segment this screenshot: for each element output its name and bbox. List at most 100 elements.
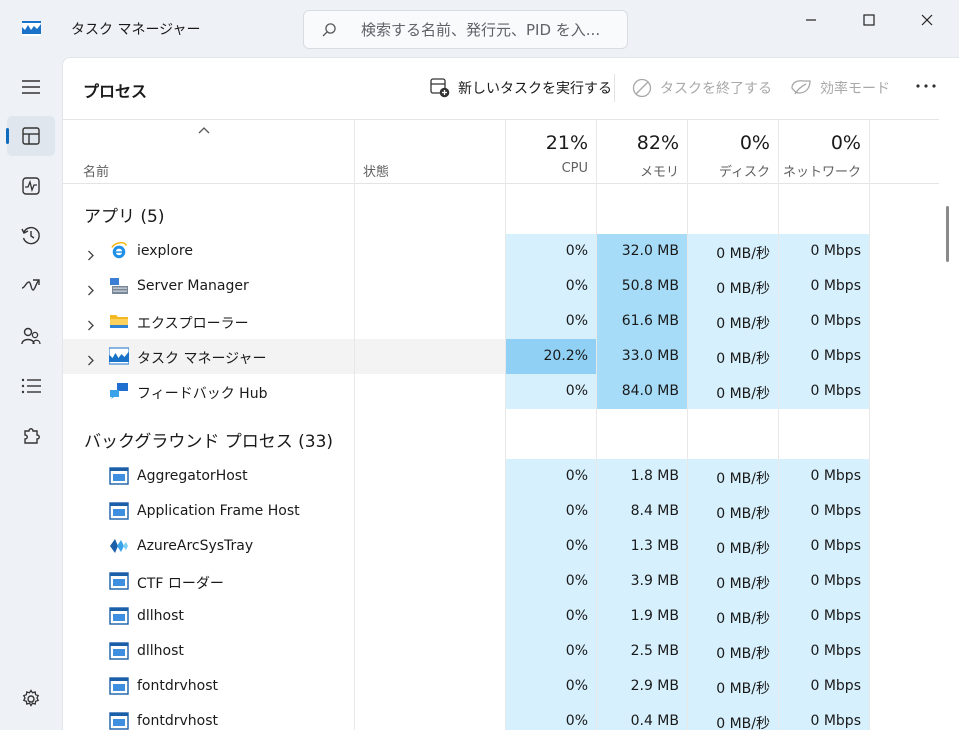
hamburger-menu-button[interactable] (7, 67, 55, 107)
process-cpu-cell: 0% (506, 599, 596, 634)
column-separator[interactable] (778, 120, 779, 730)
close-button[interactable] (904, 4, 950, 36)
nav-performance[interactable] (7, 166, 55, 206)
nav-startup-apps[interactable] (7, 266, 55, 306)
column-header-status[interactable]: 状態 (363, 161, 389, 180)
app-process-row[interactable]: エクスプローラー 0% 61.6 MB 0 MB/秒 0 Mbps (63, 304, 939, 339)
end-task-icon (632, 78, 652, 98)
search-input[interactable] (361, 19, 621, 41)
nav-processes[interactable] (7, 116, 55, 156)
background-process-row[interactable]: AzureArcSysTray 0% 1.3 MB 0 MB/秒 0 Mbps (63, 529, 939, 564)
chevron-right-icon[interactable] (87, 316, 95, 331)
section-title-apps: アプリ (5) (84, 207, 165, 227)
chevron-right-icon[interactable] (87, 351, 95, 366)
process-cpu-cell: 0% (506, 704, 596, 730)
efficiency-mode-label: 効率モード (820, 81, 890, 97)
efficiency-mode-button[interactable]: 効率モード (790, 76, 890, 100)
process-cpu-cell: 20.2% (506, 339, 596, 374)
process-disk-cell: 0 MB/秒 (688, 494, 778, 529)
network-total-percent: 0% (830, 132, 861, 154)
process-disk-cell: 0 MB/秒 (688, 269, 778, 304)
process-mem-cell: 84.0 MB (597, 374, 687, 409)
process-mem-cell: 0.4 MB (597, 704, 687, 730)
app-process-row[interactable]: Server Manager 0% 50.8 MB 0 MB/秒 0 Mbps (63, 269, 939, 304)
process-disk-cell: 0 MB/秒 (688, 304, 778, 339)
process-disk-cell: 0 MB/秒 (688, 234, 778, 269)
column-separator[interactable] (687, 120, 688, 730)
column-separator[interactable] (596, 120, 597, 730)
process-name: Application Frame Host (137, 503, 300, 519)
background-process-row[interactable]: CTF ローダー 0% 3.9 MB 0 MB/秒 0 Mbps (63, 564, 939, 599)
details-list-icon (21, 378, 41, 394)
chevron-right-icon[interactable] (87, 281, 95, 296)
background-process-row[interactable]: AggregatorHost 0% 1.8 MB 0 MB/秒 0 Mbps (63, 459, 939, 494)
process-mem-cell: 8.4 MB (597, 494, 687, 529)
background-process-row[interactable]: Application Frame Host 0% 8.4 MB 0 MB/秒 0 Mb… (63, 494, 939, 529)
more-options-button[interactable] (915, 74, 937, 98)
nav-users[interactable] (7, 316, 55, 356)
process-name: エクスプローラー (137, 316, 249, 332)
search-icon (322, 23, 336, 37)
process-mem-cell: 3.9 MB (597, 564, 687, 599)
process-disk-cell: 0 MB/秒 (688, 529, 778, 564)
process-net-cell: 0 Mbps (779, 234, 869, 269)
maximize-icon (863, 14, 875, 26)
process-status-cell (355, 269, 505, 304)
background-process-row[interactable]: fontdrvhost 0% 0.4 MB 0 MB/秒 0 Mbps (63, 704, 939, 730)
process-name: フィードバック Hub (137, 386, 268, 402)
window-app-icon (109, 572, 129, 590)
title-bar: タスク マネージャー (0, 0, 959, 56)
background-process-row[interactable]: dllhost 0% 2.5 MB 0 MB/秒 0 Mbps (63, 634, 939, 669)
process-cpu-cell: 0% (506, 564, 596, 599)
column-header-name[interactable]: 名前 (83, 161, 109, 180)
leaf-icon (791, 80, 811, 95)
search-box[interactable] (303, 10, 628, 49)
process-mem-cell: 2.5 MB (597, 634, 687, 669)
process-net-cell: 0 Mbps (779, 459, 869, 494)
process-name: CTF ローダー (137, 576, 224, 592)
sort-ascending-icon[interactable] (198, 126, 210, 134)
startup-icon (21, 279, 40, 291)
vertical-scrollbar-thumb[interactable] (946, 206, 949, 262)
process-mem-cell: 1.9 MB (597, 599, 687, 634)
process-net-cell: 0 Mbps (779, 529, 869, 564)
window-app-icon (109, 467, 129, 485)
end-task-button[interactable]: タスクを終了する (632, 76, 772, 100)
nav-app-history[interactable] (7, 216, 55, 256)
column-separator[interactable] (354, 120, 355, 730)
process-disk-cell: 0 MB/秒 (688, 339, 778, 374)
run-new-task-button[interactable]: 新しいタスクを実行する (430, 76, 612, 100)
end-task-label: タスクを終了する (660, 81, 772, 97)
background-process-row[interactable]: fontdrvhost 0% 2.9 MB 0 MB/秒 0 Mbps (63, 669, 939, 704)
chevron-right-icon[interactable] (87, 246, 95, 261)
column-separator[interactable] (505, 120, 506, 730)
network-column-label: ネットワーク (782, 165, 861, 180)
processes-icon (22, 127, 40, 145)
background-process-row[interactable]: dllhost 0% 1.9 MB 0 MB/秒 0 Mbps (63, 599, 939, 634)
process-disk-cell: 0 MB/秒 (688, 599, 778, 634)
run-new-task-label: 新しいタスクを実行する (458, 81, 612, 97)
column-separator[interactable] (869, 120, 870, 730)
process-disk-cell: 0 MB/秒 (688, 564, 778, 599)
process-status-cell (355, 304, 505, 339)
process-cpu-cell: 0% (506, 269, 596, 304)
services-puzzle-icon (24, 428, 40, 444)
nav-services[interactable] (7, 416, 55, 456)
minimize-button[interactable] (788, 4, 834, 36)
header-divider (63, 183, 939, 184)
hamburger-icon (22, 80, 40, 94)
nav-details[interactable] (7, 366, 55, 406)
process-cpu-cell: 0% (506, 669, 596, 704)
page-title: プロセス (83, 82, 148, 101)
process-mem-cell: 61.6 MB (597, 304, 687, 339)
maximize-button[interactable] (846, 4, 892, 36)
process-status-cell (355, 704, 505, 730)
app-process-row[interactable]: iexplore 0% 32.0 MB 0 MB/秒 0 Mbps (63, 234, 939, 269)
app-process-row[interactable]: タスク マネージャー 20.2% 33.0 MB 0 MB/秒 0 Mbps (63, 339, 939, 374)
app-process-row[interactable]: フィードバック Hub 0% 84.0 MB 0 MB/秒 0 Mbps (63, 374, 939, 409)
window-app-icon (109, 677, 129, 695)
toolbar-divider (63, 119, 939, 120)
nav-settings[interactable] (7, 679, 55, 719)
nav-active-indicator (6, 128, 9, 144)
window-app-icon (109, 642, 129, 660)
